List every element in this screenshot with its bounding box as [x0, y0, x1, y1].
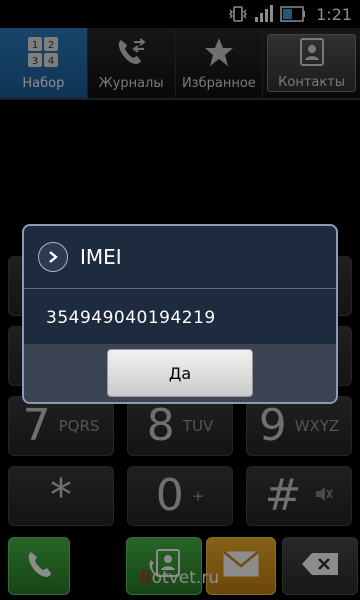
imei-value: 354949040194219: [46, 308, 216, 328]
dialog-header: IMEI: [24, 226, 336, 289]
chevron-right-icon: [38, 242, 68, 272]
ok-button[interactable]: Да: [107, 349, 253, 397]
dialog-body: 354949040194219: [24, 289, 336, 347]
dialog-footer: Да: [24, 344, 336, 402]
imei-dialog: IMEI 354949040194219 Да: [22, 224, 338, 404]
dialog-title: IMEI: [80, 245, 122, 269]
